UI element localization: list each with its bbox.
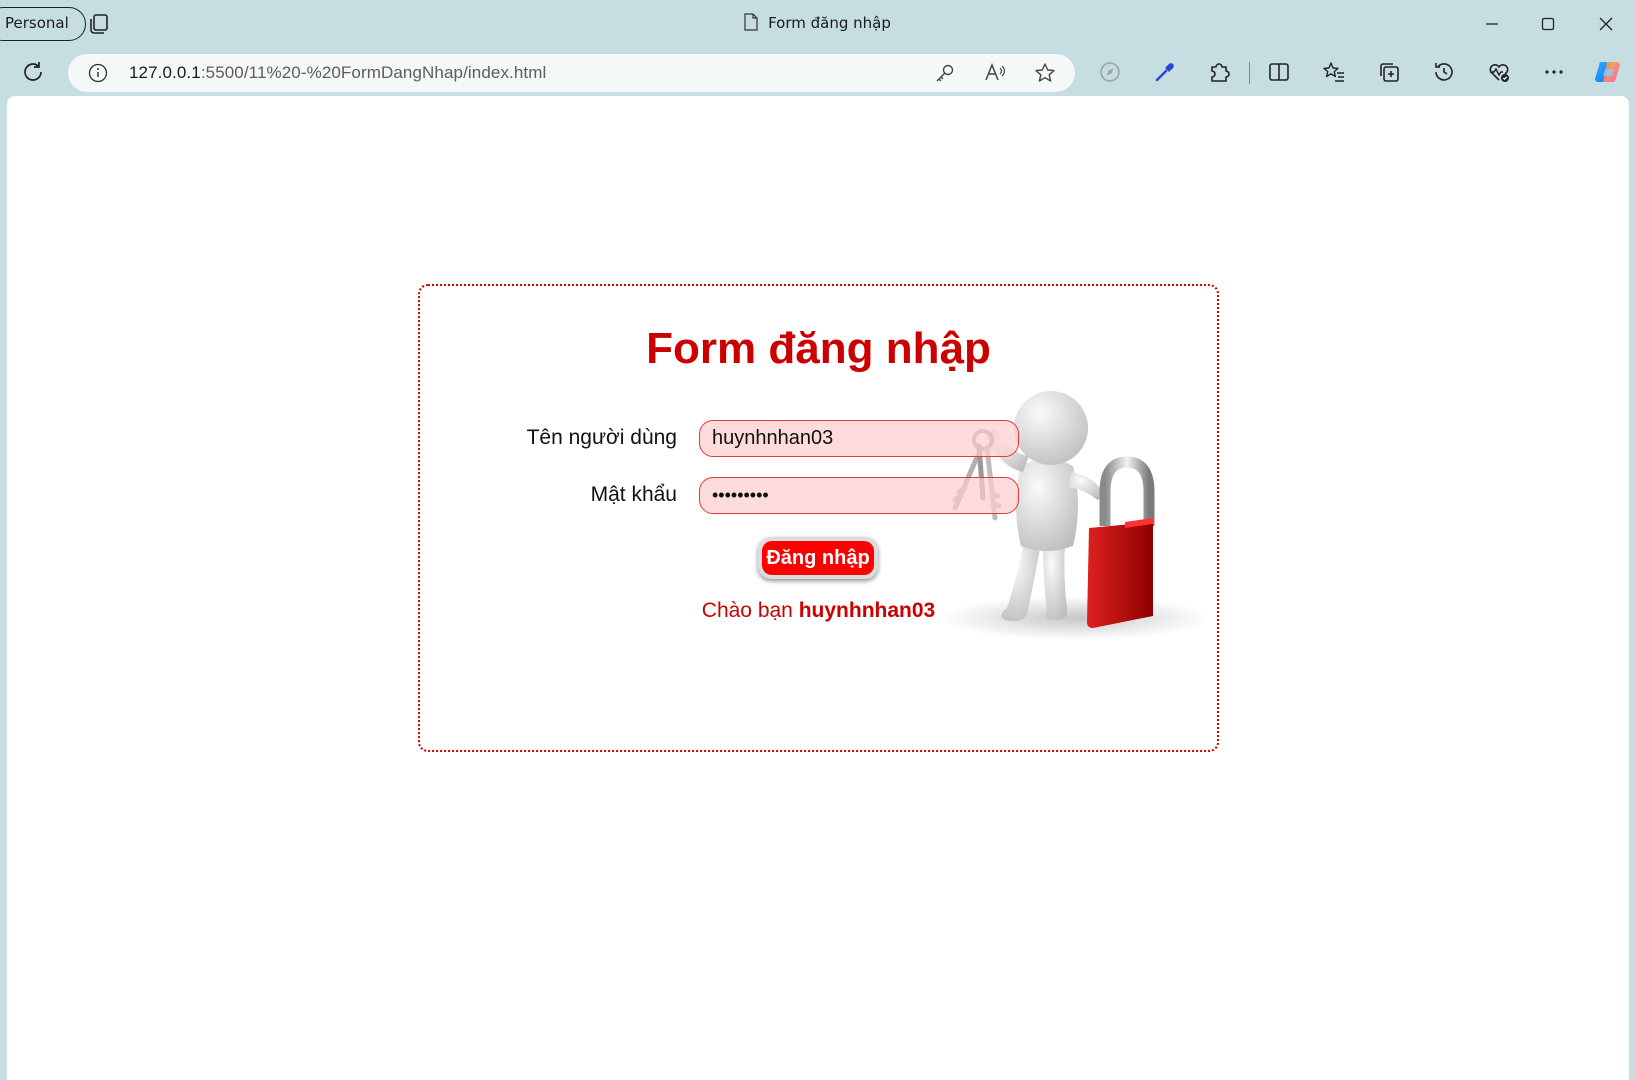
greeting-prefix: Chào bạn bbox=[701, 599, 799, 622]
url-text[interactable]: 127.0.0.1:5500/11%20-%20FormDangNhap/ind… bbox=[129, 63, 546, 83]
site-info-icon[interactable] bbox=[88, 63, 108, 83]
form-title: Form đăng nhập bbox=[646, 324, 991, 373]
title-bar: Personal Form đăng nhập bbox=[0, 0, 1635, 48]
page-viewport: Form đăng nhập Tên người dùng huynhnhan0… bbox=[7, 96, 1629, 1080]
minimize-button[interactable] bbox=[1478, 10, 1506, 38]
window-title: Form đăng nhập bbox=[0, 13, 1635, 32]
favorites-icon[interactable] bbox=[1322, 60, 1346, 84]
collections-icon[interactable] bbox=[1377, 60, 1401, 84]
browser-essentials-icon[interactable] bbox=[1487, 60, 1511, 84]
maximize-button[interactable] bbox=[1534, 10, 1562, 38]
url-path: :5500/11%20-%20FormDangNhap/index.html bbox=[200, 63, 547, 82]
toolbar-separator bbox=[1249, 62, 1250, 84]
maximize-icon bbox=[1541, 17, 1555, 31]
split-screen-icon[interactable] bbox=[1267, 60, 1291, 84]
greeting-username: huynhnhan03 bbox=[798, 599, 936, 622]
password-field[interactable]: ••••••••• bbox=[699, 477, 1019, 514]
minimize-icon bbox=[1486, 23, 1498, 25]
tab-title: Form đăng nhập bbox=[768, 14, 891, 32]
browser-toolbar: 127.0.0.1:5500/11%20-%20FormDangNhap/ind… bbox=[0, 48, 1635, 96]
reload-icon[interactable] bbox=[20, 59, 46, 85]
address-bar[interactable]: 127.0.0.1:5500/11%20-%20FormDangNhap/ind… bbox=[68, 54, 1075, 92]
color-picker-icon[interactable] bbox=[1153, 60, 1177, 84]
history-icon[interactable] bbox=[1432, 60, 1456, 84]
read-aloud-icon[interactable] bbox=[984, 62, 1006, 84]
username-label: Tên người dùng bbox=[526, 426, 677, 449]
login-button-label: Đăng nhập bbox=[762, 541, 874, 575]
close-button[interactable] bbox=[1592, 10, 1620, 38]
username-field[interactable]: huynhnhan03 bbox=[699, 420, 1019, 457]
login-button[interactable]: Đăng nhập bbox=[758, 537, 878, 579]
login-card: Form đăng nhập Tên người dùng huynhnhan0… bbox=[418, 284, 1219, 752]
favorite-star-icon[interactable] bbox=[1034, 62, 1056, 84]
copilot-icon[interactable] bbox=[1594, 57, 1624, 87]
url-host: 127.0.0.1 bbox=[129, 63, 201, 82]
compass-icon[interactable] bbox=[1098, 60, 1122, 84]
close-icon bbox=[1599, 17, 1613, 31]
key-icon[interactable] bbox=[934, 62, 956, 84]
password-label: Mật khẩu bbox=[590, 483, 677, 506]
greeting-message: Chào bạn huynhnhan03 bbox=[420, 599, 1217, 623]
extensions-icon[interactable] bbox=[1207, 60, 1231, 84]
document-icon bbox=[744, 13, 758, 31]
more-options-icon[interactable] bbox=[1542, 60, 1566, 84]
